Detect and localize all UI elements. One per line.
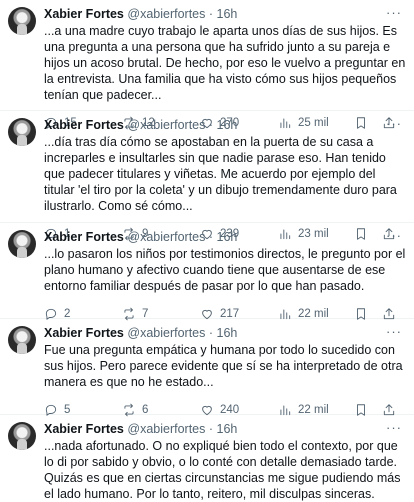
tweet[interactable]: ··· Xabier Fortes @xabierfortes · 16h ..… bbox=[0, 223, 414, 321]
timestamp[interactable]: 16h bbox=[217, 7, 238, 21]
tweet[interactable]: ··· Xabier Fortes @xabierfortes · 16h ..… bbox=[0, 415, 414, 501]
timestamp[interactable]: 16h bbox=[217, 118, 238, 132]
avatar[interactable] bbox=[8, 326, 36, 354]
tweet[interactable]: ··· Xabier Fortes @xabierfortes · 16h ..… bbox=[0, 111, 414, 241]
avatar[interactable] bbox=[8, 7, 36, 35]
author-handle[interactable]: @xabierfortes bbox=[127, 7, 205, 21]
author-handle[interactable]: @xabierfortes bbox=[127, 118, 205, 132]
tweet-text: ...lo pasaron los niños por testimonios … bbox=[44, 247, 406, 293]
more-options-icon[interactable]: ··· bbox=[386, 420, 402, 435]
separator: · bbox=[208, 422, 214, 436]
tweet[interactable]: ··· Xabier Fortes @xabierfortes · 16h Fu… bbox=[0, 319, 414, 417]
author-name[interactable]: Xabier Fortes bbox=[44, 422, 124, 436]
separator: · bbox=[208, 7, 214, 21]
author-name[interactable]: Xabier Fortes bbox=[44, 230, 124, 244]
more-options-icon[interactable]: ··· bbox=[386, 324, 402, 339]
author-name[interactable]: Xabier Fortes bbox=[44, 326, 124, 340]
author-handle[interactable]: @xabierfortes bbox=[127, 230, 205, 244]
separator: · bbox=[208, 118, 214, 132]
author-handle[interactable]: @xabierfortes bbox=[127, 326, 205, 340]
more-options-icon[interactable]: ··· bbox=[386, 116, 402, 131]
timestamp[interactable]: 16h bbox=[217, 422, 238, 436]
tweet-text: ...día tras día cómo se apostaban en la … bbox=[44, 135, 397, 213]
more-options-icon[interactable]: ··· bbox=[386, 228, 402, 243]
separator: · bbox=[208, 326, 214, 340]
tweet-text: ...nada afortunado. O no expliqué bien t… bbox=[44, 439, 401, 501]
author-handle[interactable]: @xabierfortes bbox=[127, 422, 205, 436]
separator: · bbox=[208, 230, 214, 244]
author-name[interactable]: Xabier Fortes bbox=[44, 7, 124, 21]
tweet[interactable]: ··· Xabier Fortes @xabierfortes · 16h ..… bbox=[0, 0, 414, 130]
author-name[interactable]: Xabier Fortes bbox=[44, 118, 124, 132]
tweet-text: Fue una pregunta empática y humana por t… bbox=[44, 343, 403, 389]
avatar[interactable] bbox=[8, 230, 36, 258]
timestamp[interactable]: 16h bbox=[217, 326, 238, 340]
tweet-thread: ··· Xabier Fortes @xabierfortes · 16h ..… bbox=[0, 0, 414, 501]
tweet-text: ...a una madre cuyo trabajo le aparta un… bbox=[44, 24, 406, 102]
avatar[interactable] bbox=[8, 118, 36, 146]
avatar[interactable] bbox=[8, 422, 36, 450]
more-options-icon[interactable]: ··· bbox=[386, 5, 402, 20]
timestamp[interactable]: 16h bbox=[217, 230, 238, 244]
